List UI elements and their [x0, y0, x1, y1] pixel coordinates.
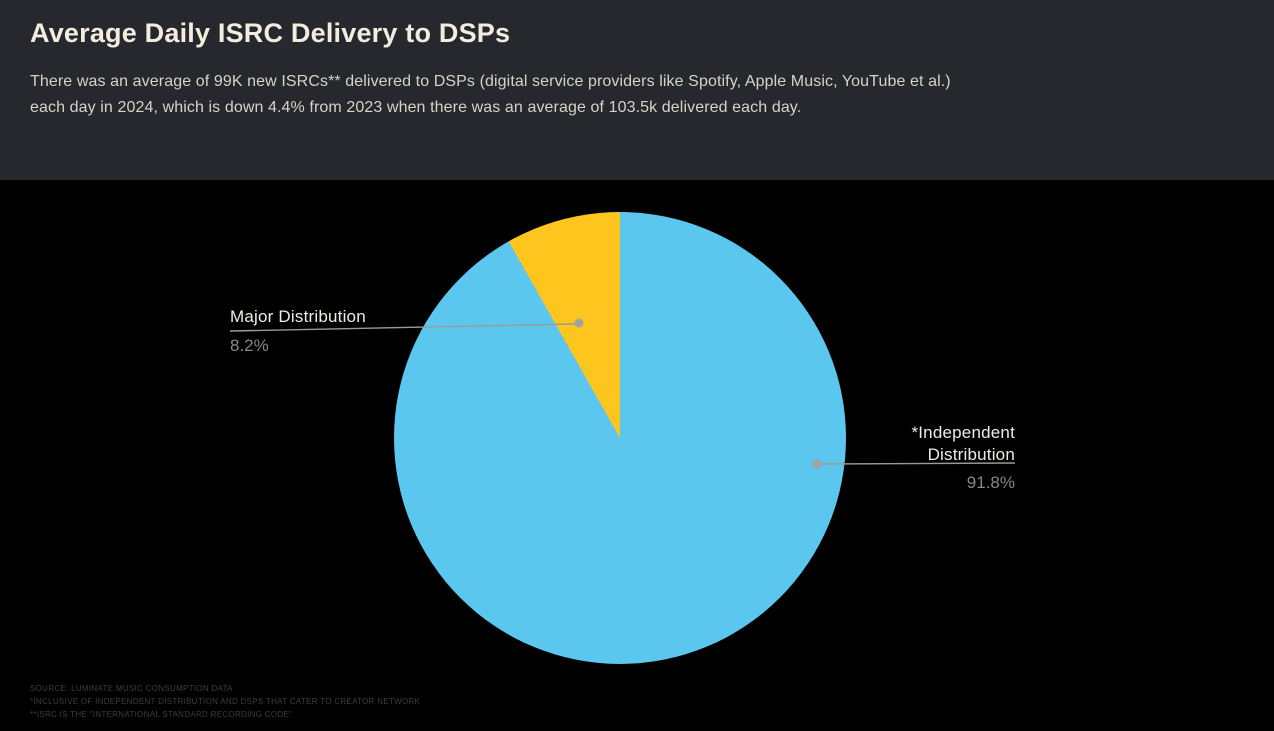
footnote-asterisk-1: *INCLUSIVE OF INDEPENDENT DISTRIBUTION A… [30, 695, 420, 708]
slice-percent-independent: 91.8% [855, 472, 1015, 494]
slice-label-independent: *Independent Distribution [855, 422, 1015, 466]
footnote-source: SOURCE: LUMINATE MUSIC CONSUMPTION DATA [30, 682, 420, 695]
footnotes: SOURCE: LUMINATE MUSIC CONSUMPTION DATA … [30, 682, 420, 721]
callout-independent-distribution: *Independent Distribution 91.8% [855, 422, 1015, 494]
infographic-page: Average Daily ISRC Delivery to DSPs Ther… [0, 0, 1274, 731]
pie-chart [394, 212, 846, 664]
slice-percent-major: 8.2% [230, 335, 366, 357]
slice-label-major: Major Distribution [230, 306, 366, 328]
footnote-asterisk-2: **ISRC IS THE "INTERNATIONAL STANDARD RE… [30, 708, 420, 721]
header: Average Daily ISRC Delivery to DSPs Ther… [0, 0, 1274, 180]
subtitle-line-1: There was an average of 99K new ISRCs** … [30, 69, 1244, 95]
page-title: Average Daily ISRC Delivery to DSPs [30, 18, 1244, 49]
subtitle-line-2: each day in 2024, which is down 4.4% fro… [30, 95, 1244, 121]
callout-major-distribution: Major Distribution 8.2% [230, 306, 366, 357]
chart-area: Major Distribution 8.2% *Independent Dis… [0, 180, 1274, 731]
